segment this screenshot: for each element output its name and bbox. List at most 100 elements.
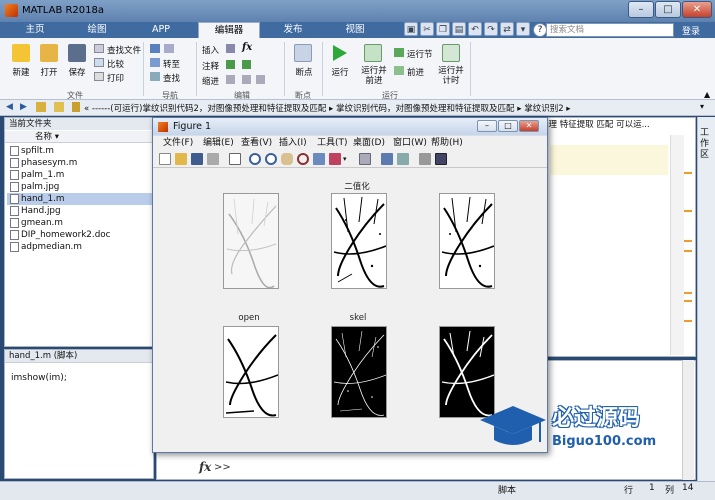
minimize-button[interactable]: – <box>628 1 654 18</box>
find-files-button[interactable]: 查找文件 <box>107 44 141 56</box>
goto-button[interactable]: 转至 <box>163 58 180 70</box>
file-item[interactable]: phasesym.m <box>7 157 153 169</box>
back-icon[interactable]: ◀ <box>6 102 16 112</box>
redo-icon[interactable]: ↷ <box>484 22 498 36</box>
zoom-in-icon[interactable] <box>249 153 261 165</box>
comment-button[interactable]: 注释 <box>202 60 219 72</box>
brush-dropdown-icon[interactable]: ▾ <box>343 155 347 163</box>
function-browser-icon[interactable]: fx <box>199 460 211 474</box>
figure-menu-item[interactable]: 插入(I) <box>279 136 307 150</box>
print-button[interactable]: 打印 <box>107 72 124 84</box>
find-button[interactable]: 查找 <box>163 72 180 84</box>
open-file-icon[interactable] <box>175 153 187 165</box>
forward-icon[interactable]: ▶ <box>20 102 30 112</box>
data-cursor-icon[interactable] <box>313 153 325 165</box>
insert-button[interactable]: 插入 <box>202 44 219 56</box>
switch-window-icon[interactable]: ⇄ <box>500 22 514 36</box>
new-button[interactable]: 新建 <box>6 66 36 78</box>
file-item[interactable]: DIP_homework2.doc <box>7 229 153 241</box>
show-plot-tools-icon[interactable] <box>435 153 447 165</box>
tab-view[interactable]: 视图 <box>326 22 384 38</box>
name-column-label[interactable]: 名称 ▾ <box>5 132 59 142</box>
run-section-button[interactable]: 运行节 <box>407 48 433 60</box>
edit-plot-icon[interactable] <box>229 153 241 165</box>
tab-publish[interactable]: 发布 <box>264 22 322 38</box>
zoom-out-icon[interactable] <box>265 153 277 165</box>
file-item[interactable]: palm.jpg <box>7 181 153 193</box>
print-figure-icon[interactable] <box>207 153 219 165</box>
cut-icon[interactable]: ✂ <box>420 22 434 36</box>
figure-menu-item[interactable]: 编辑(E) <box>203 136 234 150</box>
folder-up-icon[interactable] <box>36 102 46 112</box>
save-quick-icon[interactable]: ▣ <box>404 22 418 36</box>
tab-editor[interactable]: 编辑器 <box>198 22 260 38</box>
paste-icon[interactable]: ▤ <box>452 22 466 36</box>
close-button[interactable]: ✕ <box>682 1 712 18</box>
indent-icon[interactable] <box>242 75 251 84</box>
figure-maximize-button[interactable]: □ <box>498 120 518 132</box>
comment-icon[interactable] <box>226 60 235 69</box>
outdent-icon[interactable] <box>256 75 265 84</box>
advance-button[interactable]: 前进 <box>407 66 424 78</box>
undo-icon[interactable]: ↶ <box>468 22 482 36</box>
figure-close-button[interactable]: ✕ <box>519 120 539 132</box>
current-folder-path[interactable]: « ------(可运行)掌纹识别代码2，对图像预处理和特征提取及匹配 ▸ 掌纹… <box>84 102 684 114</box>
run-advance-button[interactable]: 运行并前进 <box>358 66 390 86</box>
indent-button[interactable]: 缩进 <box>202 75 219 87</box>
file-item[interactable]: palm_1.m <box>7 169 153 181</box>
help-icon[interactable]: ? <box>533 23 547 37</box>
workspace-strip[interactable] <box>697 117 715 482</box>
run-and-time-button[interactable]: 运行并计时 <box>436 66 466 86</box>
warning-marker[interactable] <box>684 210 692 212</box>
warning-marker[interactable] <box>684 292 692 294</box>
open-button[interactable]: 打开 <box>34 66 64 78</box>
workspace-label[interactable]: 工作区 <box>700 128 710 161</box>
file-item[interactable]: adpmedian.m <box>7 241 153 253</box>
copy-icon[interactable]: ❐ <box>436 22 450 36</box>
forward-arrow-icon[interactable] <box>164 44 174 53</box>
warning-marker[interactable] <box>684 250 692 252</box>
figure-menu-item[interactable]: 帮助(H) <box>431 136 463 150</box>
smart-indent-icon[interactable] <box>226 75 235 84</box>
new-figure-icon[interactable] <box>159 153 171 165</box>
warning-marker[interactable] <box>684 172 692 174</box>
path-dropdown-icon[interactable]: ▾ <box>700 102 704 111</box>
column-header[interactable]: 名称 ▾ <box>5 131 153 143</box>
save-button[interactable]: 保存 <box>62 66 92 78</box>
save-figure-icon[interactable] <box>191 153 203 165</box>
login-link[interactable]: 登录 <box>682 24 700 37</box>
figure-menu-item[interactable]: 工具(T) <box>317 136 348 150</box>
uncomment-icon[interactable] <box>242 60 251 69</box>
brush-icon[interactable] <box>329 153 341 165</box>
search-documentation-input[interactable]: 搜索文档 <box>546 23 674 37</box>
warning-marker[interactable] <box>684 240 692 242</box>
warning-marker[interactable] <box>684 320 692 322</box>
tab-apps[interactable]: APP <box>132 22 190 38</box>
warning-marker[interactable] <box>684 300 692 302</box>
tab-plots[interactable]: 绘图 <box>66 22 128 38</box>
figure-menu-item[interactable]: 文件(F) <box>163 136 193 150</box>
maximize-button[interactable]: □ <box>655 1 681 18</box>
editor-scroll-margin[interactable] <box>670 135 684 355</box>
file-item[interactable]: spfilt.m <box>7 145 153 157</box>
colorbar-icon[interactable] <box>381 153 393 165</box>
browse-folder-icon[interactable] <box>54 102 64 112</box>
file-item[interactable]: gmean.m <box>7 217 153 229</box>
command-prompt[interactable]: >> <box>214 462 231 473</box>
rotate-icon[interactable] <box>297 153 309 165</box>
figure-menu-item[interactable]: 查看(V) <box>241 136 272 150</box>
tab-home[interactable]: 主页 <box>8 22 62 38</box>
figure-menu-item[interactable]: 桌面(D) <box>353 136 385 150</box>
hide-plot-tools-icon[interactable] <box>419 153 431 165</box>
file-item[interactable]: hand_1.m <box>7 193 153 205</box>
compare-button[interactable]: 比较 <box>107 58 124 70</box>
pan-icon[interactable] <box>281 153 293 165</box>
legend-icon[interactable] <box>397 153 409 165</box>
collapse-ribbon-icon[interactable]: ▲ <box>704 90 710 99</box>
command-window-scrollbar[interactable] <box>682 360 694 480</box>
link-plot-icon[interactable] <box>359 153 371 165</box>
breakpoints-button[interactable]: 断点 <box>290 66 318 78</box>
file-item[interactable]: Hand.jpg <box>7 205 153 217</box>
insert-function-button[interactable]: fx <box>242 42 252 53</box>
figure-minimize-button[interactable]: – <box>477 120 497 132</box>
